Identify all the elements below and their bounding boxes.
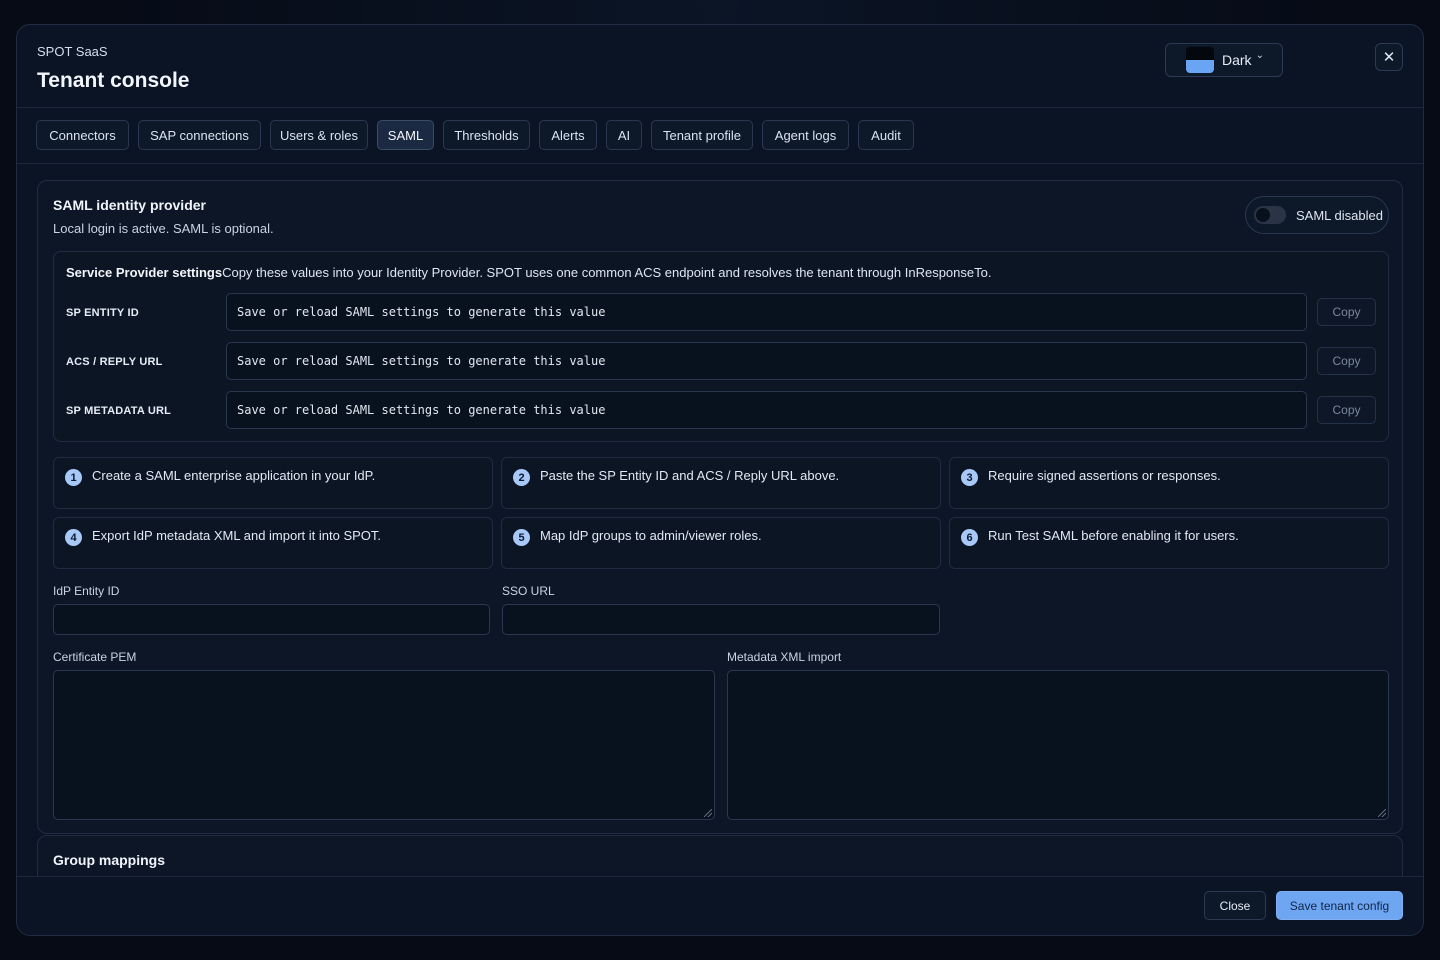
idp-entity-id-input[interactable]	[53, 604, 490, 635]
sp-heading-title: Service Provider settings	[66, 265, 223, 280]
step-number: 2	[513, 469, 530, 486]
theme-label: Dark	[1222, 52, 1252, 68]
sp-entity-id-label: SP ENTITY ID	[66, 307, 139, 319]
setup-step: 6 Run Test SAML before enabling it for u…	[949, 517, 1389, 569]
step-number: 5	[513, 529, 530, 546]
app-kicker: SPOT SaaS	[37, 44, 108, 59]
copy-metadata-url-button[interactable]: Copy	[1317, 396, 1376, 424]
modal-footer: Close Save tenant config	[17, 876, 1423, 935]
metadata-xml-label: Metadata XML import	[727, 650, 842, 664]
step-text: Paste the SP Entity ID and ACS / Reply U…	[540, 468, 840, 483]
setup-step: 1 Create a SAML enterprise application i…	[53, 457, 493, 509]
saml-toggle-label: SAML disabled	[1296, 207, 1383, 223]
sp-heading: Service Provider settingsCopy these valu…	[66, 265, 991, 280]
close-button[interactable]: Close	[1204, 891, 1266, 920]
setup-step: 5 Map IdP groups to admin/viewer roles.	[501, 517, 941, 569]
step-number: 4	[65, 529, 82, 546]
step-text: Require signed assertions or responses.	[988, 468, 1221, 483]
certificate-pem-textarea[interactable]	[53, 670, 715, 820]
acs-url-value[interactable]: Save or reload SAML settings to generate…	[226, 342, 1307, 380]
tab-agent-logs[interactable]: Agent logs	[762, 120, 849, 150]
saml-title: SAML identity provider	[53, 197, 206, 213]
tabs-bar: Connectors SAP connections Users & roles…	[17, 108, 1423, 164]
step-text: Export IdP metadata XML and import it in…	[92, 528, 382, 543]
sp-settings: Service Provider settingsCopy these valu…	[53, 251, 1389, 442]
tab-audit[interactable]: Audit	[858, 120, 914, 150]
tab-alerts[interactable]: Alerts	[539, 120, 597, 150]
copy-entity-id-button[interactable]: Copy	[1317, 298, 1376, 326]
tab-saml[interactable]: SAML	[377, 120, 434, 150]
sp-description: Copy these values into your Identity Pro…	[222, 265, 992, 280]
tab-connectors[interactable]: Connectors	[36, 120, 129, 150]
sp-row-metadata-url: SP METADATA URL Save or reload SAML sett…	[54, 391, 1388, 431]
group-mappings-title: Group mappings	[53, 852, 165, 868]
certificate-pem-label: Certificate PEM	[53, 650, 137, 664]
tab-users-roles[interactable]: Users & roles	[270, 120, 368, 150]
step-number: 3	[961, 469, 978, 486]
resize-grip-icon[interactable]	[1378, 809, 1386, 817]
step-text: Run Test SAML before enabling it for use…	[988, 528, 1239, 543]
modal-header: SPOT SaaS Tenant console Dark ⌄ ✕	[17, 25, 1423, 108]
tab-thresholds[interactable]: Thresholds	[443, 120, 530, 150]
save-tenant-config-button[interactable]: Save tenant config	[1276, 891, 1403, 920]
saml-panel: SAML identity provider Local login is ac…	[37, 180, 1403, 834]
step-text: Create a SAML enterprise application in …	[92, 468, 376, 483]
theme-select[interactable]: Dark ⌄	[1165, 43, 1283, 77]
tab-tenant-profile[interactable]: Tenant profile	[651, 120, 753, 150]
saml-toggle[interactable]: SAML disabled	[1245, 196, 1389, 234]
setup-step: 3 Require signed assertions or responses…	[949, 457, 1389, 509]
close-icon[interactable]: ✕	[1375, 43, 1403, 71]
step-number: 1	[65, 469, 82, 486]
resize-grip-icon[interactable]	[704, 809, 712, 817]
tab-ai[interactable]: AI	[606, 120, 642, 150]
sp-entity-id-value[interactable]: Save or reload SAML settings to generate…	[226, 293, 1307, 331]
tab-content: SAML identity provider Local login is ac…	[17, 164, 1423, 876]
sso-url-label: SSO URL	[502, 584, 555, 598]
metadata-xml-textarea[interactable]	[727, 670, 1389, 820]
acs-url-label: ACS / REPLY URL	[66, 356, 163, 368]
metadata-url-value[interactable]: Save or reload SAML settings to generate…	[226, 391, 1307, 429]
theme-swatch	[1186, 47, 1214, 73]
saml-subtitle: Local login is active. SAML is optional.	[53, 221, 274, 236]
setup-step: 4 Export IdP metadata XML and import it …	[53, 517, 493, 569]
tab-sap-connections[interactable]: SAP connections	[138, 120, 261, 150]
metadata-url-label: SP METADATA URL	[66, 405, 172, 417]
setup-step: 2 Paste the SP Entity ID and ACS / Reply…	[501, 457, 941, 509]
sso-url-input[interactable]	[502, 604, 940, 635]
page-title: Tenant console	[37, 69, 190, 92]
step-number: 6	[961, 529, 978, 546]
idp-entity-id-label: IdP Entity ID	[53, 584, 120, 598]
copy-acs-url-button[interactable]: Copy	[1317, 347, 1376, 375]
group-mappings-panel: Group mappings	[37, 835, 1403, 876]
saml-switch[interactable]	[1254, 206, 1286, 224]
tenant-console-modal: SPOT SaaS Tenant console Dark ⌄ ✕ Connec…	[16, 24, 1424, 936]
sp-row-acs-url: ACS / REPLY URL Save or reload SAML sett…	[54, 342, 1388, 382]
step-text: Map IdP groups to admin/viewer roles.	[540, 528, 762, 543]
chevron-down-icon: ⌄	[1255, 49, 1264, 61]
sp-row-entity-id: SP ENTITY ID Save or reload SAML setting…	[54, 293, 1388, 333]
